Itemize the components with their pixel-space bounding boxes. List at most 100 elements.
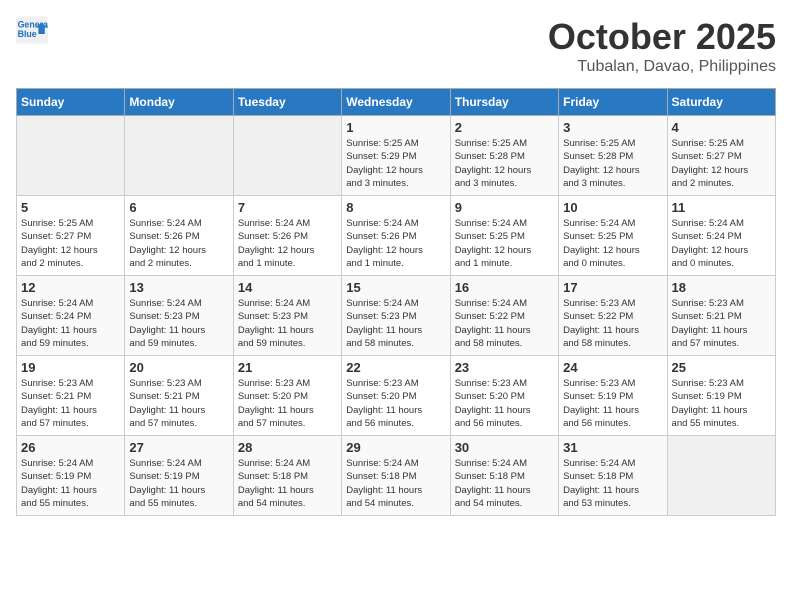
weekday-header-cell: Tuesday xyxy=(233,89,341,116)
calendar-cell: 15 Sunrise: 5:24 AM Sunset: 5:23 PM Dayli… xyxy=(342,276,450,356)
day-number: 8 xyxy=(346,200,445,215)
calendar-cell: 3Sunrise: 5:25 AM Sunset: 5:28 PM Daylig… xyxy=(559,116,667,196)
day-info: Sunrise: 5:24 AM Sunset: 5:24 PM Dayligh… xyxy=(672,217,771,270)
calendar-cell: 7 Sunrise: 5:24 AM Sunset: 5:26 PM Daylig… xyxy=(233,196,341,276)
day-info: Sunrise: 5:24 AM Sunset: 5:25 PM Dayligh… xyxy=(563,217,662,270)
weekday-header-cell: Friday xyxy=(559,89,667,116)
day-info: Sunrise: 5:23 AM Sunset: 5:20 PM Dayligh… xyxy=(238,377,337,430)
calendar-week-row: 12 Sunrise: 5:24 AM Sunset: 5:24 PM Dayli… xyxy=(17,276,776,356)
day-number: 18 xyxy=(672,280,771,295)
calendar-cell: 4 Sunrise: 5:25 AM Sunset: 5:27 PM Daylig… xyxy=(667,116,775,196)
day-number: 6 xyxy=(129,200,228,215)
day-number: 7 xyxy=(238,200,337,215)
calendar-cell: 13Sunrise: 5:24 AM Sunset: 5:23 PM Dayli… xyxy=(125,276,233,356)
day-number: 14 xyxy=(238,280,337,295)
day-number: 12 xyxy=(21,280,120,295)
day-info: Sunrise: 5:23 AM Sunset: 5:20 PM Dayligh… xyxy=(346,377,445,430)
day-info: Sunrise: 5:25 AM Sunset: 5:27 PM Dayligh… xyxy=(672,137,771,190)
calendar-cell: 29Sunrise: 5:24 AM Sunset: 5:18 PM Dayli… xyxy=(342,436,450,516)
day-number: 31 xyxy=(563,440,662,455)
day-info: Sunrise: 5:24 AM Sunset: 5:23 PM Dayligh… xyxy=(346,297,445,350)
svg-text:Blue: Blue xyxy=(18,29,37,39)
day-number: 24 xyxy=(563,360,662,375)
calendar-cell: 25 Sunrise: 5:23 AM Sunset: 5:19 PM Dayli… xyxy=(667,356,775,436)
calendar-week-row: 1Sunrise: 5:25 AM Sunset: 5:29 PM Daylig… xyxy=(17,116,776,196)
day-number: 13 xyxy=(129,280,228,295)
weekday-header-cell: Sunday xyxy=(17,89,125,116)
day-info: Sunrise: 5:23 AM Sunset: 5:21 PM Dayligh… xyxy=(672,297,771,350)
day-number: 2 xyxy=(455,120,554,135)
day-number: 21 xyxy=(238,360,337,375)
day-number: 26 xyxy=(21,440,120,455)
location-subtitle: Tubalan, Davao, Philippines xyxy=(548,58,776,76)
calendar-cell: 6 Sunrise: 5:24 AM Sunset: 5:26 PM Daylig… xyxy=(125,196,233,276)
day-info: Sunrise: 5:24 AM Sunset: 5:23 PM Dayligh… xyxy=(238,297,337,350)
day-number: 10 xyxy=(563,200,662,215)
day-info: Sunrise: 5:24 AM Sunset: 5:18 PM Dayligh… xyxy=(238,457,337,510)
day-number: 30 xyxy=(455,440,554,455)
day-number: 1 xyxy=(346,120,445,135)
calendar-cell: 8Sunrise: 5:24 AM Sunset: 5:26 PM Daylig… xyxy=(342,196,450,276)
calendar-cell: 22Sunrise: 5:23 AM Sunset: 5:20 PM Dayli… xyxy=(342,356,450,436)
day-info: Sunrise: 5:23 AM Sunset: 5:21 PM Dayligh… xyxy=(129,377,228,430)
calendar-cell: 16 Sunrise: 5:24 AM Sunset: 5:22 PM Dayli… xyxy=(450,276,558,356)
day-info: Sunrise: 5:24 AM Sunset: 5:18 PM Dayligh… xyxy=(455,457,554,510)
day-info: Sunrise: 5:24 AM Sunset: 5:25 PM Dayligh… xyxy=(455,217,554,270)
weekday-header-cell: Wednesday xyxy=(342,89,450,116)
day-number: 23 xyxy=(455,360,554,375)
day-number: 5 xyxy=(21,200,120,215)
day-info: Sunrise: 5:24 AM Sunset: 5:26 PM Dayligh… xyxy=(238,217,337,270)
calendar-week-row: 19 Sunrise: 5:23 AM Sunset: 5:21 PM Dayli… xyxy=(17,356,776,436)
day-info: Sunrise: 5:25 AM Sunset: 5:27 PM Dayligh… xyxy=(21,217,120,270)
day-number: 16 xyxy=(455,280,554,295)
calendar-cell: 10 Sunrise: 5:24 AM Sunset: 5:25 PM Dayli… xyxy=(559,196,667,276)
day-number: 15 xyxy=(346,280,445,295)
day-info: Sunrise: 5:24 AM Sunset: 5:24 PM Dayligh… xyxy=(21,297,120,350)
weekday-header-row: SundayMondayTuesdayWednesdayThursdayFrid… xyxy=(17,89,776,116)
calendar-cell: 23Sunrise: 5:23 AM Sunset: 5:20 PM Dayli… xyxy=(450,356,558,436)
calendar-cell: 21 Sunrise: 5:23 AM Sunset: 5:20 PM Dayli… xyxy=(233,356,341,436)
calendar-table: SundayMondayTuesdayWednesdayThursdayFrid… xyxy=(16,88,776,516)
day-info: Sunrise: 5:24 AM Sunset: 5:19 PM Dayligh… xyxy=(129,457,228,510)
day-info: Sunrise: 5:24 AM Sunset: 5:18 PM Dayligh… xyxy=(346,457,445,510)
month-title: October 2025 xyxy=(548,16,776,58)
calendar-cell: 20 Sunrise: 5:23 AM Sunset: 5:21 PM Dayli… xyxy=(125,356,233,436)
day-number: 25 xyxy=(672,360,771,375)
calendar-cell: 31 Sunrise: 5:24 AM Sunset: 5:18 PM Dayli… xyxy=(559,436,667,516)
day-number: 19 xyxy=(21,360,120,375)
weekday-header-cell: Saturday xyxy=(667,89,775,116)
day-info: Sunrise: 5:24 AM Sunset: 5:22 PM Dayligh… xyxy=(455,297,554,350)
weekday-header-cell: Thursday xyxy=(450,89,558,116)
day-info: Sunrise: 5:25 AM Sunset: 5:28 PM Dayligh… xyxy=(563,137,662,190)
day-number: 9 xyxy=(455,200,554,215)
calendar-cell: 24Sunrise: 5:23 AM Sunset: 5:19 PM Dayli… xyxy=(559,356,667,436)
day-info: Sunrise: 5:25 AM Sunset: 5:28 PM Dayligh… xyxy=(455,137,554,190)
calendar-week-row: 5 Sunrise: 5:25 AM Sunset: 5:27 PM Daylig… xyxy=(17,196,776,276)
calendar-cell xyxy=(17,116,125,196)
calendar-cell xyxy=(233,116,341,196)
calendar-cell: 5 Sunrise: 5:25 AM Sunset: 5:27 PM Daylig… xyxy=(17,196,125,276)
calendar-cell: 27 Sunrise: 5:24 AM Sunset: 5:19 PM Dayli… xyxy=(125,436,233,516)
calendar-cell: 30 Sunrise: 5:24 AM Sunset: 5:18 PM Dayli… xyxy=(450,436,558,516)
calendar-cell: 1Sunrise: 5:25 AM Sunset: 5:29 PM Daylig… xyxy=(342,116,450,196)
calendar-cell: 9 Sunrise: 5:24 AM Sunset: 5:25 PM Daylig… xyxy=(450,196,558,276)
day-info: Sunrise: 5:23 AM Sunset: 5:19 PM Dayligh… xyxy=(672,377,771,430)
title-area: October 2025 Tubalan, Davao, Philippines xyxy=(548,16,776,76)
calendar-week-row: 26 Sunrise: 5:24 AM Sunset: 5:19 PM Dayli… xyxy=(17,436,776,516)
calendar-cell xyxy=(125,116,233,196)
day-number: 20 xyxy=(129,360,228,375)
calendar-cell: 18 Sunrise: 5:23 AM Sunset: 5:21 PM Dayli… xyxy=(667,276,775,356)
day-number: 28 xyxy=(238,440,337,455)
day-info: Sunrise: 5:23 AM Sunset: 5:22 PM Dayligh… xyxy=(563,297,662,350)
day-number: 4 xyxy=(672,120,771,135)
calendar-cell: 17Sunrise: 5:23 AM Sunset: 5:22 PM Dayli… xyxy=(559,276,667,356)
day-info: Sunrise: 5:24 AM Sunset: 5:18 PM Dayligh… xyxy=(563,457,662,510)
calendar-cell xyxy=(667,436,775,516)
calendar-cell: 11 Sunrise: 5:24 AM Sunset: 5:24 PM Dayli… xyxy=(667,196,775,276)
page-header: General Blue October 2025 Tubalan, Davao… xyxy=(16,16,776,76)
day-number: 11 xyxy=(672,200,771,215)
day-info: Sunrise: 5:24 AM Sunset: 5:26 PM Dayligh… xyxy=(129,217,228,270)
day-number: 27 xyxy=(129,440,228,455)
day-info: Sunrise: 5:24 AM Sunset: 5:19 PM Dayligh… xyxy=(21,457,120,510)
day-info: Sunrise: 5:23 AM Sunset: 5:21 PM Dayligh… xyxy=(21,377,120,430)
